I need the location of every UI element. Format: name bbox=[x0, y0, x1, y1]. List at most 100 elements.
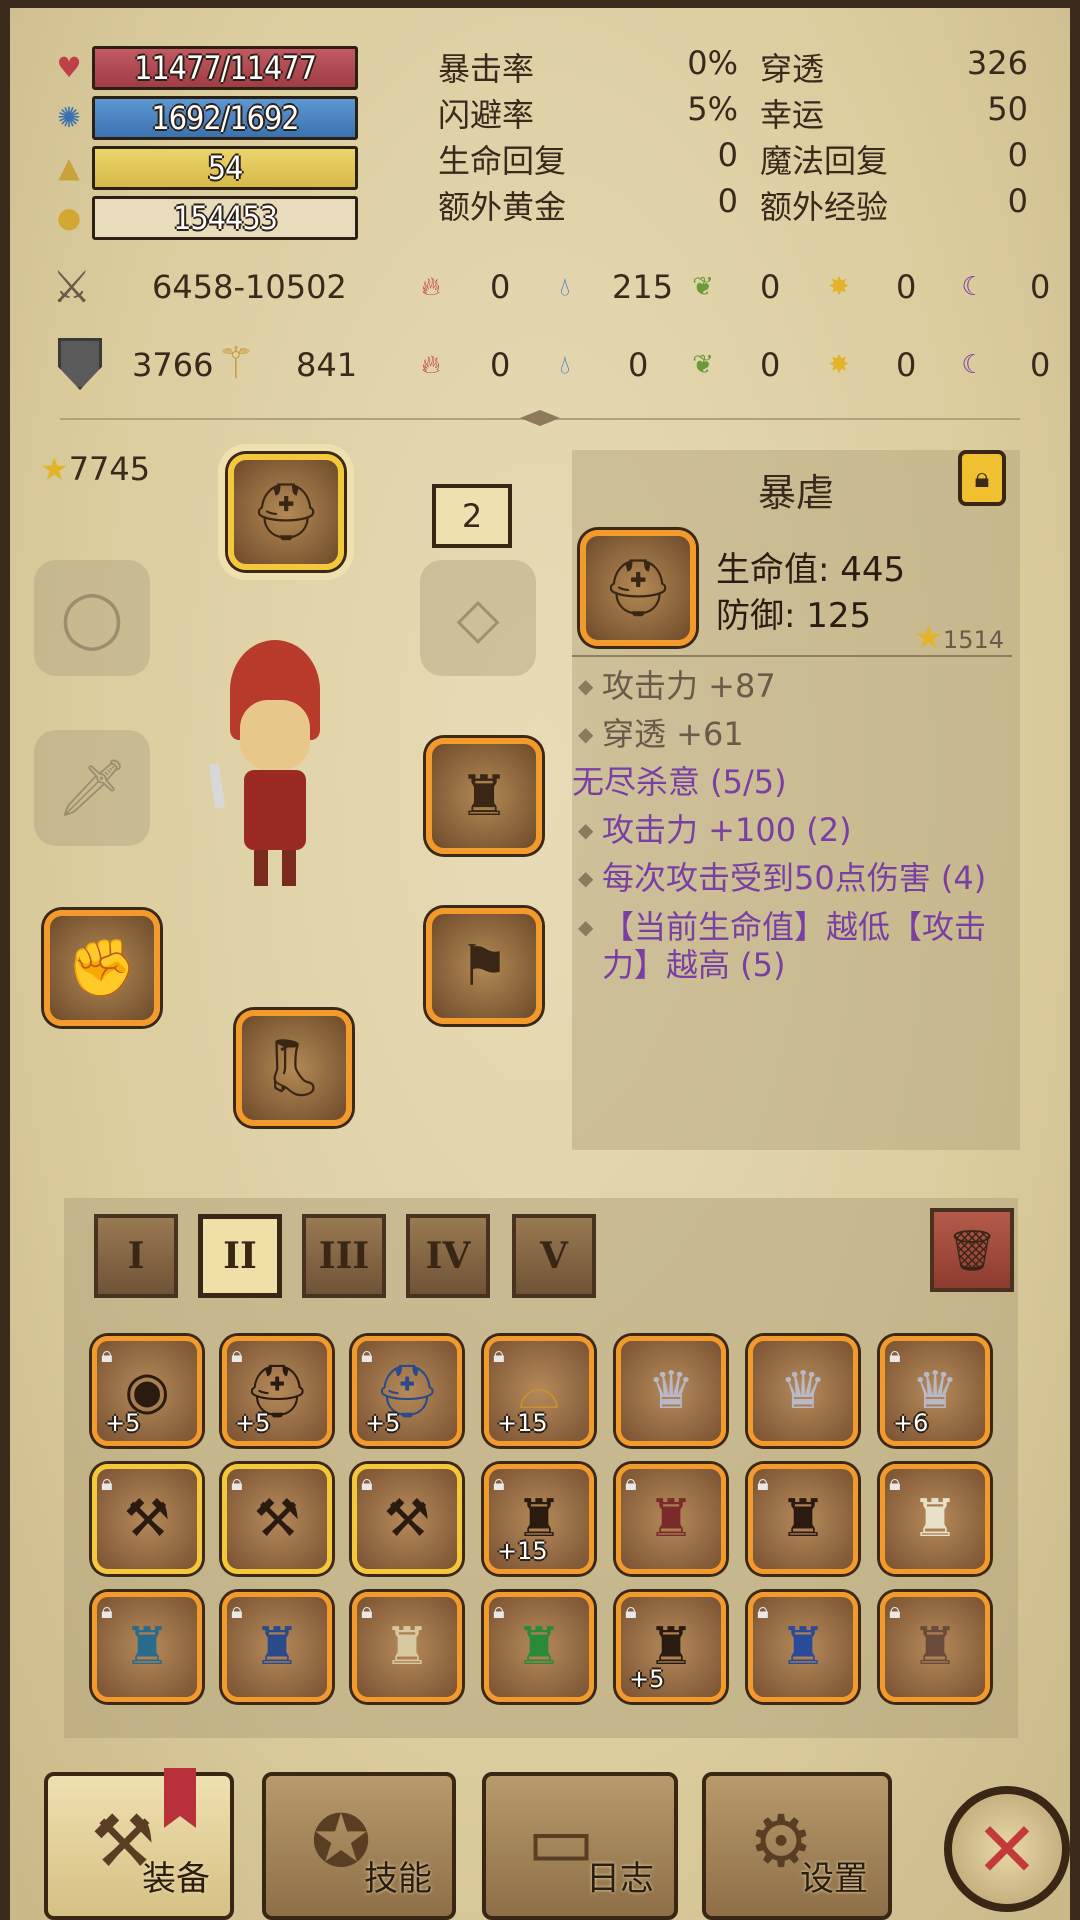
weapon-slot[interactable]: 🗡︎ bbox=[34, 730, 150, 846]
nav-equip[interactable]: ⚒ 装备 bbox=[44, 1768, 234, 1920]
hero-dagger bbox=[208, 763, 226, 809]
nav-log[interactable]: ▭ 日志 bbox=[482, 1772, 678, 1920]
white-armor-icon: ♜ bbox=[911, 1489, 959, 1549]
necklace-slot[interactable]: ◇ bbox=[420, 560, 536, 676]
water-attack-value: 215 bbox=[612, 268, 674, 306]
inventory-item[interactable]: 🔒︎ ♜ bbox=[92, 1592, 202, 1702]
shadow-attack-value: 0 bbox=[1030, 268, 1051, 306]
upgrade-level: +5 bbox=[629, 1665, 665, 1693]
inventory-item[interactable]: 🔒︎ ♜ bbox=[880, 1592, 990, 1702]
cape-icon: ⚑ bbox=[458, 933, 510, 999]
ring-slot[interactable]: ◯ bbox=[34, 560, 150, 676]
item-hp-stat: 生命值: 445 bbox=[716, 550, 906, 590]
penetration-value: 326 bbox=[966, 44, 1028, 82]
inventory-item[interactable]: 🔒︎ ⚒ bbox=[92, 1464, 202, 1574]
inventory-item[interactable]: 🔒︎ ♜ bbox=[880, 1464, 990, 1574]
inventory-item[interactable]: 🔒︎ ⛑ +5 bbox=[222, 1336, 332, 1446]
tab-3[interactable]: III bbox=[302, 1214, 386, 1298]
lightning-attack-value: 0 bbox=[896, 268, 917, 306]
close-button[interactable]: ✕ bbox=[944, 1786, 1070, 1912]
inventory-item[interactable]: 🔒︎ ⛑ +5 bbox=[352, 1336, 462, 1446]
luck-label: 幸运 bbox=[760, 96, 825, 134]
inventory-item[interactable]: ♛ bbox=[616, 1336, 726, 1446]
inventory-item[interactable]: 🔒︎ ♜ bbox=[748, 1464, 858, 1574]
item-name: 暴虐 bbox=[757, 471, 834, 515]
sword-icon: 🗡︎ bbox=[56, 756, 128, 821]
hp-regen-label: 生命回复 bbox=[438, 142, 567, 180]
inventory-item[interactable]: 🔒︎ ♜ bbox=[222, 1592, 332, 1702]
tab-1[interactable]: I bbox=[94, 1214, 178, 1298]
fire-resist-icon: 🔥︎ bbox=[421, 349, 441, 380]
inventory-item[interactable]: 🔒︎ ♜ +5 bbox=[616, 1592, 726, 1702]
fire-attack-value: 0 bbox=[490, 268, 511, 306]
item-icon: ⛑ bbox=[580, 530, 696, 646]
hero-body bbox=[244, 770, 306, 850]
tab-5[interactable]: V bbox=[512, 1214, 596, 1298]
inventory-item[interactable]: 🔒︎ ♜ bbox=[484, 1592, 594, 1702]
hp-bar: 11477/11477 bbox=[92, 46, 358, 90]
tab-4[interactable]: IV bbox=[406, 1214, 490, 1298]
inventory-item[interactable]: 🔒︎ ♜ +15 bbox=[484, 1464, 594, 1574]
nav-skills[interactable]: ✪ 技能 bbox=[262, 1772, 456, 1920]
stat-row: 额外黄金 0 额外经验 0 bbox=[438, 182, 1038, 228]
diamond-bullet-icon: ◆ bbox=[578, 915, 594, 939]
upgrade-level: +15 bbox=[497, 1409, 548, 1437]
gear-score-value: 7745 bbox=[68, 450, 151, 488]
inventory-item[interactable]: 🔒︎ ♛ +6 bbox=[880, 1336, 990, 1446]
boots-slot[interactable]: 👢︎ bbox=[236, 1010, 352, 1126]
nav-log-label: 日志 bbox=[586, 1859, 654, 1899]
mod-line: ◆ 穿透 +61 bbox=[572, 710, 1012, 758]
shoulder-armor-icon: ♜ bbox=[458, 763, 510, 829]
inventory-item[interactable]: 🔒︎ ⌓ +15 bbox=[484, 1336, 594, 1446]
mod-text: 穿透 +61 bbox=[602, 715, 744, 753]
lightning-resist-value: 0 bbox=[896, 346, 917, 384]
heart-icon: ♥ bbox=[56, 50, 82, 84]
diamond-bullet-icon: ◆ bbox=[578, 818, 594, 842]
upgrade-level: +15 bbox=[497, 1537, 548, 1565]
lock-icon[interactable]: 🔒︎ bbox=[958, 450, 1006, 506]
helmet-slot[interactable]: ⛑ bbox=[228, 454, 344, 570]
item-mods: ◆ 攻击力 +87 ◆ 穿透 +61 无尽杀意 (5/5) ◆ 攻击力 +100 (2… bbox=[572, 662, 1012, 984]
nav-settings-label: 设置 bbox=[800, 1859, 868, 1899]
inventory-item[interactable]: 🔒︎ ⚒ bbox=[352, 1464, 462, 1574]
beast-armor-icon: ♜ bbox=[911, 1617, 959, 1677]
set-mod-text: 每次攻击受到50点伤害 (4) bbox=[602, 859, 987, 897]
inventory-item[interactable]: ♛ bbox=[748, 1336, 858, 1446]
star-icon: ★ bbox=[40, 450, 69, 488]
diamond-bullet-icon: ◆ bbox=[578, 674, 594, 698]
stat-row: 生命回复 0 魔法回复 0 bbox=[438, 136, 1038, 182]
gloves-slot[interactable]: ✊ bbox=[44, 910, 160, 1026]
crit-label: 暴击率 bbox=[438, 50, 535, 88]
item-score: ★1514 bbox=[914, 618, 1004, 656]
upgrade-level: +5 bbox=[365, 1409, 401, 1437]
cape-slot[interactable]: ⚑ bbox=[426, 908, 542, 1024]
item-def-stat: 防御: 125 bbox=[716, 596, 872, 636]
necklace-icon: ◇ bbox=[456, 585, 500, 651]
dodge-label: 闪避率 bbox=[438, 96, 535, 134]
hero-head bbox=[240, 700, 310, 770]
attack-row: ⚔ 6458-10502 🔥︎ 0 💧︎ 215 ❦ 0 ✸ 0 ☾ 0 bbox=[52, 258, 1052, 318]
extra-exp-value: 0 bbox=[1007, 182, 1028, 220]
green-armor-icon: ♜ bbox=[515, 1617, 563, 1677]
trash-button[interactable]: 🗑︎ bbox=[930, 1208, 1014, 1292]
inventory-item[interactable]: 🔒︎ ◉ +5 bbox=[92, 1336, 202, 1446]
diamond-bullet-icon: ◆ bbox=[578, 722, 594, 746]
armor-slot[interactable]: ♜ bbox=[426, 738, 542, 854]
inventory-item[interactable]: 🔒︎ ♜ bbox=[748, 1592, 858, 1702]
ornate-armor-icon: ♜ bbox=[123, 1617, 171, 1677]
lightning-resist-icon: ✸ bbox=[828, 350, 850, 380]
hero-leg-left bbox=[254, 850, 268, 886]
inventory-item[interactable]: 🔒︎ ⚒ bbox=[222, 1464, 332, 1574]
black-armor-icon: ♜ bbox=[779, 1489, 827, 1549]
nav-settings[interactable]: ⚙ 设置 bbox=[702, 1772, 892, 1920]
info-divider bbox=[572, 655, 1012, 657]
stat-row: 闪避率 5% 幸运 50 bbox=[438, 90, 1038, 136]
silver-crown-icon: ♛ bbox=[647, 1361, 695, 1421]
level-icon: ▲ bbox=[58, 150, 80, 184]
inventory-item[interactable]: 🔒︎ ♜ bbox=[352, 1592, 462, 1702]
inventory-item[interactable]: 🔒︎ ♜ bbox=[616, 1464, 726, 1574]
set-mod-text: 攻击力 +100 (2) bbox=[602, 811, 852, 849]
tab-2[interactable]: II bbox=[198, 1214, 282, 1298]
stats-grid: 暴击率 0% 穿透 326 闪避率 5% 幸运 50 生命回复 0 魔法回复 0… bbox=[438, 44, 1038, 228]
fire-icon: 🔥︎ bbox=[421, 271, 441, 302]
